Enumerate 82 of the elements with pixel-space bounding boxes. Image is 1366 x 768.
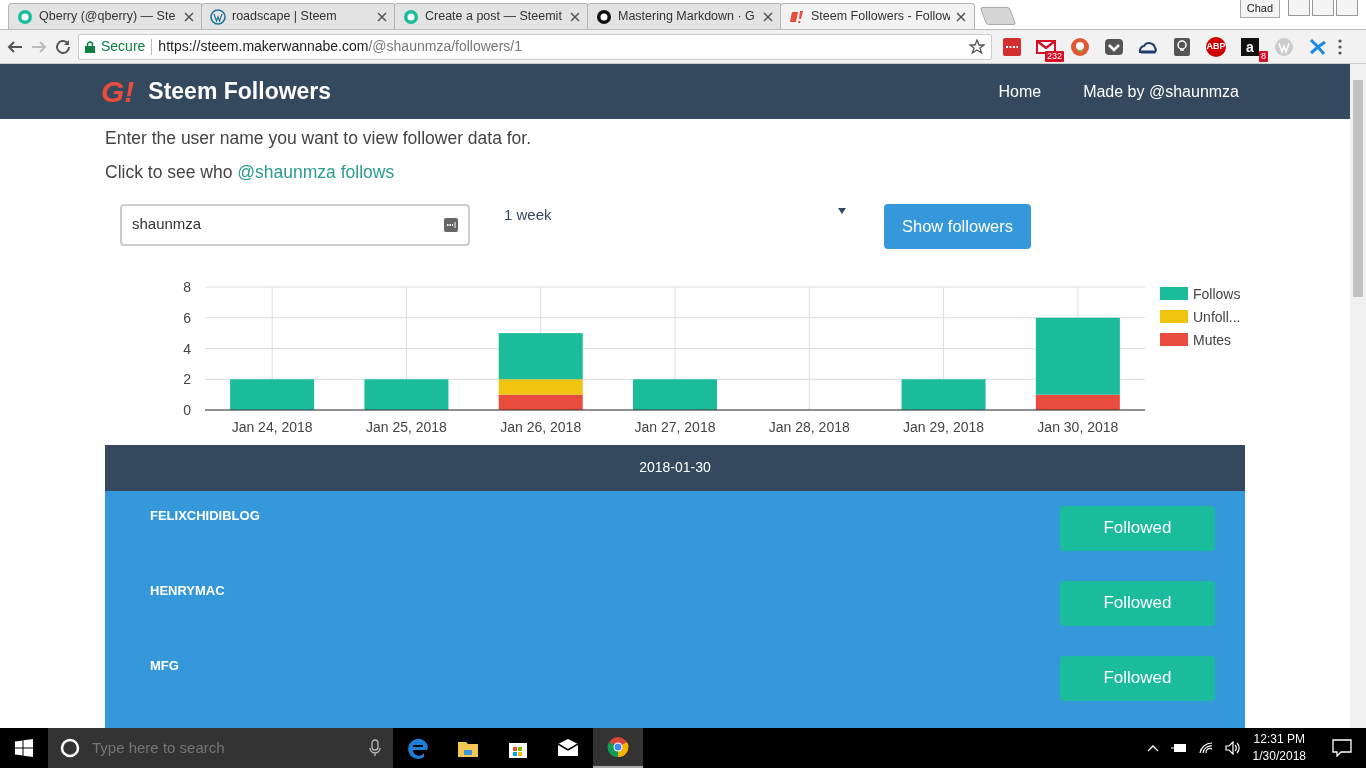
- profile-button[interactable]: Chad: [1239, 0, 1280, 18]
- taskbar-app[interactable]: [593, 728, 643, 768]
- axis-label: 6: [183, 309, 191, 326]
- scrollbar[interactable]: [1350, 64, 1366, 728]
- lock-icon: [85, 40, 95, 53]
- follows-prompt: Click to see who @shaunmza follows: [105, 161, 396, 185]
- address-bar[interactable]: Secure https://steem.makerwannabe.com/@shaunmza/followers/1: [78, 33, 992, 60]
- close-icon[interactable]: [570, 11, 580, 22]
- username-text: HENRYMAC: [150, 581, 225, 600]
- username-text: FELIXCHIDIBLOG: [150, 506, 260, 525]
- e-letter-icon: [407, 737, 429, 759]
- browser-tab[interactable]: Qberry (@qberry) — Ste: [8, 3, 203, 29]
- username-field[interactable]: shaunmza: [120, 203, 470, 246]
- chrome-icon: [607, 736, 629, 758]
- taskbar-search-field[interactable]: Type here to search: [90, 735, 359, 761]
- site-title[interactable]: Steem Followers: [148, 74, 332, 109]
- legend-swatch: [1160, 286, 1188, 300]
- browser-tab[interactable]: Mastering Markdown · G: [587, 3, 782, 29]
- axis-label: 0: [183, 401, 191, 418]
- dots-icon[interactable]: [1002, 36, 1022, 57]
- speaker-icon[interactable]: [1224, 741, 1241, 755]
- axis-label: Jan 25, 2018: [365, 418, 447, 435]
- url-text: https://steem.makerwannabe.com/@shaunmza/followers/1: [158, 37, 522, 56]
- axis-label: 2: [183, 370, 191, 387]
- axis-label: 8: [183, 278, 191, 295]
- wifi-icon[interactable]: [1198, 742, 1213, 754]
- browser-tab[interactable]: Create a post — Steemit: [394, 3, 589, 29]
- axis-label: Jan 27, 2018: [634, 418, 716, 435]
- clock[interactable]: 12:31 PM 1/30/2018: [1252, 730, 1306, 766]
- notification-icon[interactable]: [1332, 739, 1352, 757]
- legend-swatch: [1160, 309, 1188, 323]
- axis-label: 4: [183, 340, 191, 356]
- windows-logo-icon[interactable]: [15, 739, 33, 757]
- tab-title: Qberry (@qberry) — Ste: [39, 8, 177, 26]
- table-header: 2018-01-30: [105, 444, 1245, 491]
- extension-badge: 232: [1044, 50, 1064, 62]
- more-icon[interactable]: [1338, 38, 1342, 55]
- legend-swatch: [1160, 332, 1188, 346]
- browser-tab[interactable]: roadscape | Steem: [201, 3, 396, 29]
- close-icon[interactable]: [184, 11, 194, 22]
- chevron-up-icon[interactable]: [1146, 744, 1159, 752]
- exclamation-icon: [789, 8, 805, 25]
- legend-label: Follows: [1193, 285, 1241, 302]
- reload-icon[interactable]: [54, 37, 72, 56]
- extension-badge: 8: [1259, 50, 1268, 62]
- period-dropdown[interactable]: 1 week: [504, 203, 860, 246]
- circle-icon: [60, 738, 80, 758]
- taskbar-search-box[interactable]: Type here to search: [48, 728, 393, 768]
- restore-button[interactable]: [1312, 0, 1334, 16]
- globe-icon: [210, 8, 226, 25]
- close-icon[interactable]: [763, 11, 773, 22]
- adblock-extension-button[interactable]: ABP: [1206, 36, 1226, 57]
- scrollbar-thumb[interactable]: [1353, 80, 1363, 297]
- tab-title: Create a post — Steemit: [425, 8, 563, 26]
- legend-label: Unfoll...: [1193, 308, 1241, 325]
- username-text: MFG: [150, 656, 179, 675]
- nav-link[interactable]: Made by @shaunmza: [1083, 79, 1239, 104]
- circle-icon: [17, 8, 33, 25]
- chevron-icon[interactable]: [1104, 36, 1124, 57]
- close-icon[interactable]: [956, 11, 966, 22]
- axis-label: Jan 30, 2018: [1037, 418, 1119, 435]
- axis-label: Jan 28, 2018: [768, 418, 850, 435]
- axis-label: Jan 24, 2018: [231, 418, 313, 435]
- nav-link[interactable]: Home: [998, 79, 1042, 104]
- circle-icon: [403, 8, 419, 25]
- envelope-icon: [557, 737, 579, 759]
- axis-label: Jan 26, 2018: [500, 418, 582, 435]
- letter-extension-button[interactable]: a: [1241, 37, 1259, 56]
- legend-label: Mutes: [1193, 331, 1232, 348]
- minimize-button[interactable]: [1288, 0, 1310, 16]
- battery-icon[interactable]: [1170, 743, 1187, 753]
- intro-text: Enter the user name you want to view follower data for.: [105, 127, 533, 150]
- axis-label: Jan 29, 2018: [903, 418, 985, 435]
- close-icon[interactable]: [377, 11, 387, 22]
- secure-label: Secure: [101, 37, 146, 56]
- microphone-icon: [369, 739, 381, 757]
- tab-title: roadscape | Steem: [232, 8, 338, 26]
- star-icon[interactable]: [969, 38, 985, 55]
- close-button[interactable]: [1336, 0, 1358, 16]
- caret-icon: [838, 207, 846, 214]
- password-manager-icon: [444, 217, 458, 232]
- tab-title: Mastering Markdown · G: [618, 8, 756, 26]
